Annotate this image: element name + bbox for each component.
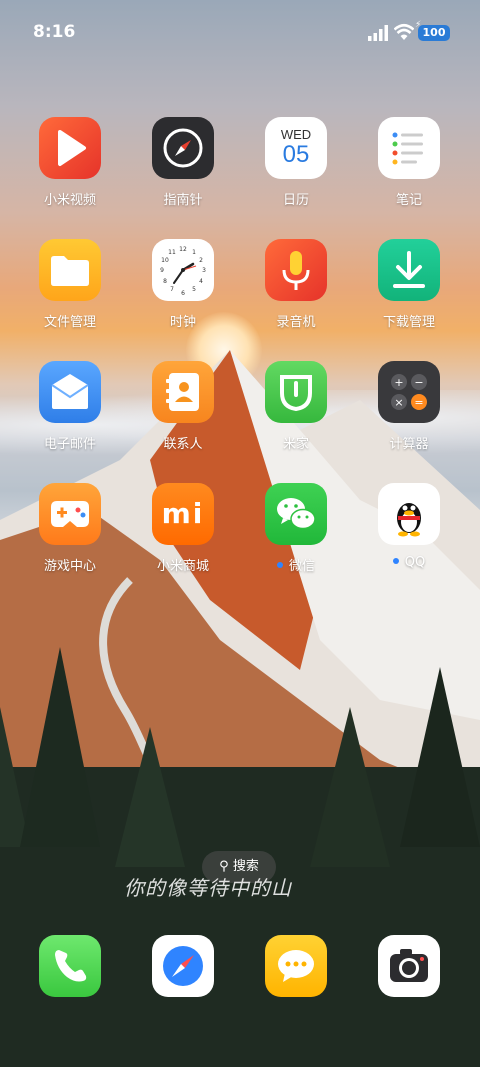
- svg-text:5: 5: [192, 286, 196, 293]
- calendar-icon: WED 05: [265, 117, 327, 179]
- app-file-manager[interactable]: 文件管理: [20, 239, 120, 330]
- app-label: 电子邮件: [43, 437, 96, 452]
- svg-text:7: 7: [170, 286, 174, 293]
- svg-text:=: =: [414, 396, 423, 409]
- download-icon: [378, 239, 440, 301]
- app-label: 小米商城: [156, 559, 209, 574]
- app-label: 指南针: [163, 193, 203, 208]
- dock-browser[interactable]: [133, 935, 233, 997]
- mi-logo-text: mi: [161, 497, 205, 530]
- calculator-icon: + − × =: [378, 361, 440, 423]
- app-mi-video[interactable]: 小米视频: [20, 117, 120, 208]
- svg-text:11: 11: [168, 249, 176, 256]
- wechat-icon: [265, 483, 327, 545]
- calendar-date: 05: [282, 141, 310, 168]
- app-label: 笔记: [395, 193, 422, 208]
- svg-text:+: +: [394, 376, 403, 389]
- notes-icon: [378, 117, 440, 179]
- phone-icon: [39, 935, 101, 997]
- camera-icon: [378, 935, 440, 997]
- svg-text:9: 9: [160, 267, 164, 274]
- svg-text:3: 3: [202, 267, 206, 274]
- clock-icon: 12 6 3 9 12 45 7 8 10 11: [152, 239, 214, 301]
- calendar-day: WED: [280, 127, 312, 142]
- app-clock[interactable]: 12 6 3 9 12 45 7 8 10 11 时钟: [133, 239, 233, 330]
- app-compass[interactable]: 指南针: [133, 117, 233, 208]
- svg-text:×: ×: [394, 396, 403, 409]
- app-label: 游戏中心: [43, 559, 96, 574]
- wallpaper-handwriting: 你的像等待中的山: [124, 876, 292, 900]
- app-label: 小米视频: [43, 193, 96, 208]
- gamepad-icon: [39, 483, 101, 545]
- app-recorder[interactable]: 录音机: [246, 239, 346, 330]
- svg-text:12: 12: [179, 246, 187, 253]
- svg-text:1: 1: [192, 249, 196, 256]
- app-label: 文件管理: [43, 315, 96, 330]
- mail-icon: [39, 361, 101, 423]
- app-label: 下载管理: [382, 315, 435, 330]
- dock-messages[interactable]: [246, 935, 346, 997]
- app-label: 计算器: [389, 437, 429, 452]
- app-calculator[interactable]: + − × = 计算器: [359, 361, 459, 452]
- app-label: 时钟: [169, 315, 196, 330]
- qq-penguin-icon: [378, 483, 440, 545]
- svg-text:4: 4: [199, 278, 203, 285]
- battery-indicator: 100: [418, 25, 450, 41]
- app-downloads[interactable]: 下载管理: [359, 239, 459, 330]
- app-label: 米家: [282, 437, 309, 452]
- message-bubble-icon: [265, 935, 327, 997]
- mi-home-icon: [265, 361, 327, 423]
- app-label: QQ: [404, 555, 426, 570]
- app-notes[interactable]: 笔记: [359, 117, 459, 208]
- svg-text:6: 6: [181, 290, 185, 297]
- compass-icon: [152, 117, 214, 179]
- svg-text:2: 2: [199, 257, 203, 264]
- svg-text:8: 8: [163, 278, 167, 285]
- app-game-center[interactable]: 游戏中心: [20, 483, 120, 574]
- app-label: 微信: [288, 559, 315, 574]
- dock-phone[interactable]: [20, 935, 120, 997]
- app-label: 日历: [282, 193, 309, 208]
- app-mi-home[interactable]: 米家: [246, 361, 346, 452]
- microphone-icon: [265, 239, 327, 301]
- new-install-dot: [276, 561, 283, 568]
- app-email[interactable]: 电子邮件: [20, 361, 120, 452]
- contacts-icon: [152, 361, 214, 423]
- svg-text:−: −: [414, 376, 423, 389]
- cellular-signal-icon: [368, 25, 388, 41]
- status-time: 8:16: [33, 22, 76, 42]
- app-label: 联系人: [163, 437, 203, 452]
- app-wechat[interactable]: 微信: [246, 483, 346, 574]
- browser-compass-icon: [152, 935, 214, 997]
- play-icon: [39, 117, 101, 179]
- folder-icon: [39, 239, 101, 301]
- new-install-dot: [392, 557, 399, 564]
- app-qq[interactable]: QQ: [359, 483, 459, 570]
- app-mi-store[interactable]: mi 小米商城: [133, 483, 233, 574]
- wifi-icon: [394, 23, 414, 40]
- mi-logo-icon: mi: [152, 483, 214, 545]
- svg-text:10: 10: [161, 257, 169, 264]
- status-bar: 8:16 ⚡ 100: [0, 0, 480, 68]
- app-contacts[interactable]: 联系人: [133, 361, 233, 452]
- dock-camera[interactable]: [359, 935, 459, 997]
- app-calendar[interactable]: WED 05 日历: [246, 117, 346, 208]
- app-label: 录音机: [276, 315, 316, 330]
